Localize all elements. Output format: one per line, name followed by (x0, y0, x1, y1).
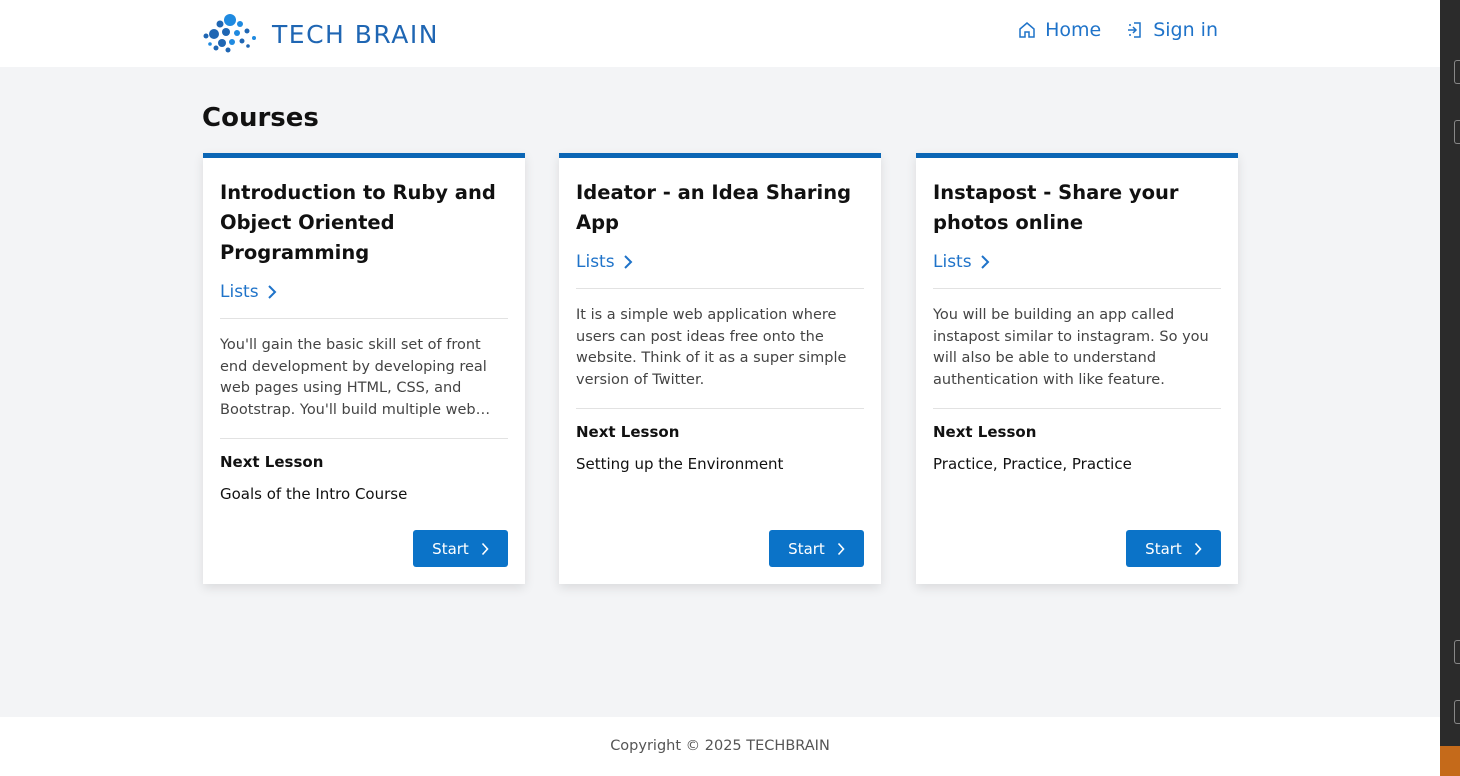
course-description: You'll gain the basic skill set of front… (220, 337, 487, 418)
next-lesson-label: Next Lesson (933, 423, 1037, 441)
course-lists-label: Lists (220, 282, 259, 302)
card-divider (576, 288, 864, 289)
course-lists-label: Lists (576, 252, 615, 272)
chevron-right-icon (1194, 542, 1202, 555)
card-divider (220, 438, 508, 439)
site-header: TECH BRAIN Home Sign in (0, 0, 1440, 67)
start-course-button[interactable]: Start (1126, 530, 1221, 567)
brand-name: TECH BRAIN (272, 19, 439, 49)
site-footer: Copyright © 2025 TECHBRAIN (0, 717, 1440, 776)
side-strip-handle[interactable] (1454, 640, 1460, 664)
course-card: Introduction to Ruby and Object Oriented… (203, 153, 525, 584)
course-lists-link[interactable]: Lists (933, 248, 990, 276)
chevron-right-icon (267, 285, 276, 299)
course-title: Ideator - an Idea Sharing App (576, 181, 852, 234)
start-course-button[interactable]: Start (413, 530, 508, 567)
course-card: Instapost - Share your photos online Lis… (916, 153, 1238, 584)
course-lists-link[interactable]: Lists (576, 248, 633, 276)
start-button-label: Start (432, 539, 469, 558)
side-strip-tab[interactable] (1440, 746, 1460, 776)
chevron-right-icon (837, 542, 845, 555)
start-button-label: Start (1145, 539, 1182, 558)
home-icon (1019, 22, 1035, 38)
course-description: You will be building an app called insta… (933, 307, 1209, 388)
sign-in-icon (1128, 22, 1141, 38)
card-divider (576, 408, 864, 409)
nav-signin-link[interactable]: Sign in (1125, 19, 1218, 41)
next-lesson-label: Next Lesson (576, 423, 680, 441)
course-description: It is a simple web application where use… (576, 307, 847, 388)
side-strip-handle[interactable] (1454, 60, 1460, 84)
card-divider (220, 318, 508, 319)
side-strip-handle[interactable] (1454, 700, 1460, 724)
copyright-text: Copyright © 2025 TECHBRAIN (610, 738, 830, 754)
page-title: Courses (202, 103, 319, 133)
nav-home-link[interactable]: Home (1017, 19, 1101, 41)
top-nav: Home Sign in (993, 19, 1218, 41)
brand-logo[interactable]: TECH BRAIN (202, 14, 439, 54)
devtools-side-strip[interactable] (1440, 0, 1460, 776)
next-lesson-title: Setting up the Environment (576, 455, 784, 473)
chevron-right-icon (481, 542, 489, 555)
course-title: Introduction to Ruby and Object Oriented… (220, 181, 496, 264)
nav-home-label: Home (1045, 19, 1102, 41)
chevron-right-icon (623, 255, 632, 269)
course-lists-label: Lists (933, 252, 972, 272)
next-lesson-label: Next Lesson (220, 453, 324, 471)
next-lesson-title: Goals of the Intro Course (220, 485, 408, 503)
card-divider (933, 408, 1221, 409)
course-lists-link[interactable]: Lists (220, 278, 277, 306)
card-divider (933, 288, 1221, 289)
nav-signin-label: Sign in (1153, 19, 1218, 41)
chevron-right-icon (980, 255, 989, 269)
course-title: Instapost - Share your photos online (933, 181, 1179, 234)
side-strip-handle[interactable] (1454, 120, 1460, 144)
start-course-button[interactable]: Start (769, 530, 864, 567)
brand-logo-icon (203, 14, 256, 53)
start-button-label: Start (788, 539, 825, 558)
course-list: Introduction to Ruby and Object Oriented… (203, 153, 1238, 584)
course-card: Ideator - an Idea Sharing App Lists It i… (559, 153, 881, 584)
next-lesson-title: Practice, Practice, Practice (933, 455, 1132, 473)
